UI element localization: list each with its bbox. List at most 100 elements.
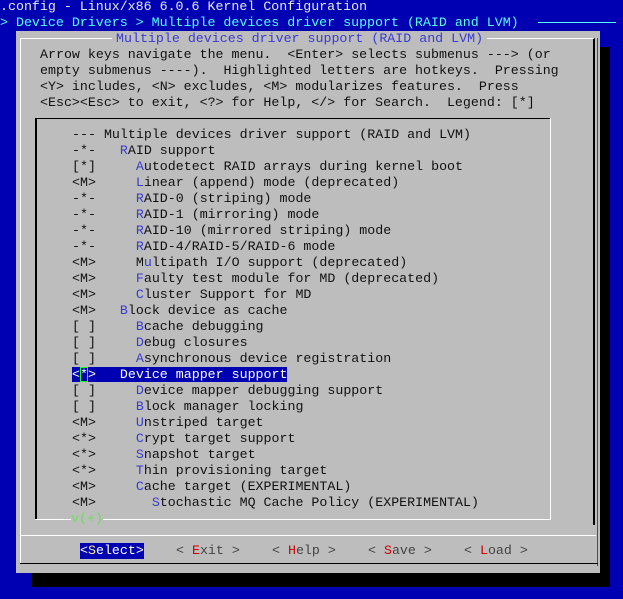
menu-item-bar[interactable]: [ ] Device mapper debugging support xyxy=(72,383,383,398)
hotkey-letter: L xyxy=(135,175,144,190)
menu-item-bar[interactable]: --- Multiple devices driver support (RAI… xyxy=(72,127,471,142)
help-text-line: <Y> includes, <N> excludes, <M> modulari… xyxy=(40,79,519,94)
menu-item-bar[interactable]: <M> Faulty test module for MD (deprecate… xyxy=(72,271,439,286)
menu-item[interactable]: --- Multiple devices driver support (RAI… xyxy=(72,127,471,143)
hotkey-letter: C xyxy=(135,431,144,446)
menu-item-bar[interactable]: <M> Stochastic MQ Cache Policy (EXPERIME… xyxy=(72,495,479,510)
menu-item-bar[interactable]: <M> Cluster Support for MD xyxy=(72,287,311,302)
menu-item-bar[interactable]: [ ] Debug closures xyxy=(72,335,248,350)
menu-item-bar[interactable]: [ ] Asynchronous device registration xyxy=(72,351,391,366)
menu-item-state[interactable]: [ ] xyxy=(72,399,96,414)
menu-item-state[interactable]: <M> xyxy=(72,271,96,286)
exit-button[interactable]: < Exit > xyxy=(176,543,240,559)
menu-item-state[interactable]: <M> xyxy=(72,415,96,430)
select-button[interactable]: <Select> xyxy=(80,543,144,559)
hotkey-letter: R xyxy=(135,191,144,206)
menu-item[interactable]: [*] Autodetect RAID arrays during kernel… xyxy=(72,159,463,175)
menu-item-bar[interactable]: -*- RAID-10 (mirrored striping) mode xyxy=(72,223,391,238)
menu-item[interactable]: <M> Faulty test module for MD (deprecate… xyxy=(72,271,439,287)
hotkey-letter: C xyxy=(135,287,144,302)
menu-item-bar[interactable]: [*] Autodetect RAID arrays during kernel… xyxy=(72,159,463,174)
menu-item[interactable]: [ ] Block manager locking xyxy=(72,399,303,415)
list-border-right xyxy=(550,118,551,520)
menu-item-state[interactable]: <M> xyxy=(72,479,96,494)
menu-item-state[interactable]: -*- xyxy=(72,223,96,238)
button-bracket: < xyxy=(80,543,88,558)
menu-item-state[interactable]: <M> xyxy=(72,255,96,270)
menu-item[interactable]: <M> Cluster Support for MD xyxy=(72,287,311,303)
menu-item-state[interactable]: <M> xyxy=(72,303,96,318)
menu-item-state[interactable]: [ ] xyxy=(72,351,96,366)
save-button[interactable]: < Save > xyxy=(368,543,432,559)
menu-item[interactable]: [ ] Asynchronous device registration xyxy=(72,351,391,367)
button-bracket: < xyxy=(464,543,480,558)
menu-item-label: evice mapper debugging support xyxy=(143,383,384,398)
hotkey-letter: D xyxy=(119,367,128,382)
menu-item-bar[interactable]: <M> Cache target (EXPERIMENTAL) xyxy=(72,479,351,494)
menu-item[interactable]: <M> Cache target (EXPERIMENTAL) xyxy=(72,479,351,495)
menu-item[interactable]: <M> Unstriped target xyxy=(72,415,264,431)
menu-item[interactable]: <M> Linear (append) mode (deprecated) xyxy=(72,175,399,191)
menu-item-state[interactable]: <M> xyxy=(72,175,96,190)
breadcrumb-rule xyxy=(538,22,616,23)
menu-item-bar[interactable]: [ ] Block manager locking xyxy=(72,399,303,414)
menu-item-label: evice mapper support xyxy=(127,367,288,382)
list-border-left xyxy=(35,118,37,520)
menu-item-state[interactable]: <*> xyxy=(72,447,96,462)
hotkey-letter: R xyxy=(135,223,144,238)
menu-item-state[interactable]: [ ] xyxy=(72,383,96,398)
menu-item-state[interactable]: <*> xyxy=(72,431,96,446)
menu-item[interactable]: -*- RAID-0 (striping) mode xyxy=(72,191,311,207)
menu-item[interactable]: <*> Crypt target support xyxy=(72,431,295,447)
menu-item-bar[interactable]: <M> Linear (append) mode (deprecated) xyxy=(72,175,399,190)
menu-item[interactable]: <M> Block device as cache xyxy=(72,303,287,319)
menu-item-bar[interactable]: -*- RAID-0 (striping) mode xyxy=(72,191,311,206)
hotkey-letter: D xyxy=(135,335,144,350)
menu-item-state[interactable]: -*- xyxy=(72,239,96,254)
scroll-more-indicator: v(+) xyxy=(71,511,103,527)
menu-item[interactable]: <M> Stochastic MQ Cache Policy (EXPERIME… xyxy=(72,495,479,511)
menu-item-state[interactable]: <M> xyxy=(72,495,96,510)
menu-item[interactable]: -*- RAID-4/RAID-5/RAID-6 mode xyxy=(72,239,335,255)
menu-item-state[interactable]: <*> xyxy=(72,463,96,478)
menu-item[interactable]: -*- RAID support xyxy=(72,143,216,159)
menu-item-bar[interactable]: <M> Unstriped target xyxy=(72,415,264,430)
menu-item[interactable]: <*> Snapshot target xyxy=(72,447,256,463)
menu-item-state[interactable]: --- xyxy=(72,127,96,142)
menu-item-state[interactable]: -*- xyxy=(72,207,96,222)
menu-item[interactable]: -*- RAID-10 (mirrored striping) mode xyxy=(72,223,391,239)
menu-item-bar[interactable]: [ ] Bcache debugging xyxy=(72,319,264,334)
window-title: .config - Linux/x86 6.0.6 Kernel Configu… xyxy=(0,0,368,14)
menu-item-bar[interactable]: -*- RAID-4/RAID-5/RAID-6 mode xyxy=(72,239,335,254)
menu-item-state[interactable]: <M> xyxy=(72,287,96,302)
state-value[interactable]: * xyxy=(79,367,88,382)
menu-item-bar[interactable]: <*> Snapshot target xyxy=(72,447,256,462)
menu-item-bar[interactable]: -*- RAID support xyxy=(72,143,216,158)
menu-item[interactable]: <M> Multipath I/O support (deprecated) xyxy=(72,255,407,271)
menu-item[interactable]: [ ] Device mapper debugging support xyxy=(72,383,383,399)
menu-item-bar[interactable]: <M> Block device as cache xyxy=(72,303,287,318)
menu-item[interactable]: [ ] Bcache debugging xyxy=(72,319,264,335)
menu-item-state[interactable]: [ ] xyxy=(72,319,96,334)
menu-item-bar[interactable]: <*> Crypt target support xyxy=(72,431,295,446)
menu-item-bar[interactable]: <*> Device mapper support xyxy=(72,367,288,382)
menu-item-state[interactable]: -*- xyxy=(72,191,96,206)
menu-item[interactable]: -*- RAID-1 (mirroring) mode xyxy=(72,207,319,223)
menu-item-bar[interactable]: -*- RAID-1 (mirroring) mode xyxy=(72,207,319,222)
load-button[interactable]: < Load > xyxy=(464,543,528,559)
menu-item-label: AID-0 (striping) mode xyxy=(143,191,312,206)
menu-item[interactable]: <*> Device mapper support xyxy=(72,367,288,383)
menu-item-state[interactable]: [*] xyxy=(72,159,96,174)
help-button[interactable]: < Help > xyxy=(272,543,336,559)
menu-item[interactable]: <*> Thin provisioning target xyxy=(72,463,327,479)
menu-item-bar[interactable]: <M> Multipath I/O support (deprecated) xyxy=(72,255,407,270)
menu-item-bar[interactable]: <*> Thin provisioning target xyxy=(72,463,327,478)
menu-item[interactable]: [ ] Debug closures xyxy=(72,335,248,351)
menu-item-state[interactable]: -*- xyxy=(72,143,96,158)
menu-item-state[interactable]: [ ] xyxy=(72,335,96,350)
